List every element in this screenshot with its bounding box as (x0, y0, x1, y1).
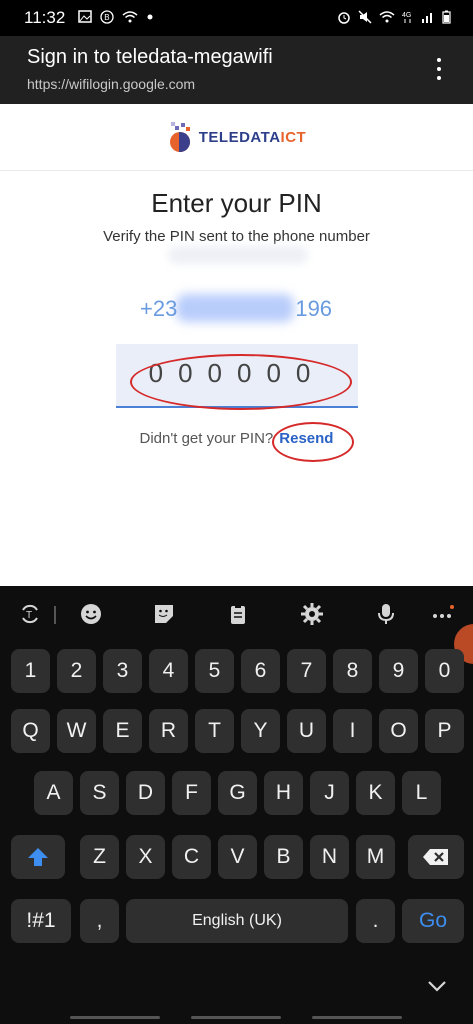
key[interactable]: H (264, 771, 303, 815)
key[interactable]: T (195, 709, 234, 753)
comma-key[interactable]: , (80, 899, 119, 943)
pin-instructions: Verify the PIN sent to the phone number (103, 228, 370, 245)
wifi-icon (122, 10, 138, 27)
key[interactable]: X (126, 835, 165, 879)
key[interactable]: 9 (379, 649, 418, 693)
pin-highlight-annotation (130, 354, 352, 410)
key[interactable]: O (379, 709, 418, 753)
nav-bar-segment (312, 1016, 402, 1019)
go-key[interactable]: Go (402, 899, 464, 943)
key[interactable]: L (402, 771, 441, 815)
shift-key[interactable] (11, 835, 65, 879)
period-key[interactable]: . (356, 899, 395, 943)
key[interactable]: S (80, 771, 119, 815)
nav-bar-segment (191, 1016, 281, 1019)
key[interactable]: 5 (195, 649, 234, 693)
key[interactable]: Q (11, 709, 50, 753)
resend-highlight-annotation (272, 422, 354, 462)
key[interactable]: 3 (103, 649, 142, 693)
shift-arrow-icon (28, 848, 48, 866)
image-icon (78, 10, 92, 27)
key[interactable]: W (57, 709, 96, 753)
more-options-icon[interactable] (426, 598, 458, 630)
login-page: TELEDATAICT Enter your PIN Verify the PI… (0, 104, 473, 586)
captive-portal-appbar: Sign in to teledata-megawifi https://wif… (0, 36, 473, 104)
emoji-icon[interactable] (75, 598, 107, 630)
wifi-icon (379, 10, 395, 27)
key[interactable]: Z (80, 835, 119, 879)
resend-row: Didn't get your PIN? Resend (0, 430, 473, 447)
resend-prompt: Didn't get your PIN? (139, 430, 274, 447)
settings-gear-icon[interactable] (296, 598, 328, 630)
key[interactable]: B (264, 835, 303, 879)
status-time: 11:32 (24, 8, 66, 27)
key[interactable]: D (126, 771, 165, 815)
space-key[interactable]: English (UK) (126, 899, 348, 943)
toolbar-divider (54, 606, 56, 624)
teledata-logo-icon (167, 122, 193, 152)
status-bar: 11:32 B 4G (0, 0, 473, 36)
symbols-key[interactable]: !#1 (11, 899, 71, 943)
logo-header: TELEDATAICT (0, 104, 473, 171)
key[interactable]: J (310, 771, 349, 815)
dot-icon (146, 10, 154, 27)
svg-text:4G: 4G (402, 12, 411, 19)
battery-icon (442, 10, 451, 27)
key[interactable]: U (287, 709, 326, 753)
key[interactable]: M (356, 835, 395, 879)
phone-number: +23 196 (140, 296, 333, 321)
redacted-area (168, 246, 308, 264)
hide-keyboard-chevron-down-icon[interactable] (427, 980, 447, 999)
key[interactable]: 0 (425, 649, 464, 693)
svg-text:T: T (26, 610, 32, 621)
keyboard-nav-area (0, 976, 473, 1024)
page-url: https://wifilogin.google.com (27, 76, 196, 92)
key[interactable]: R (149, 709, 188, 753)
logo-text: TELEDATAICT (198, 128, 307, 146)
key[interactable]: N (310, 835, 349, 879)
key[interactable]: 7 (287, 649, 326, 693)
svg-text:B: B (104, 13, 109, 22)
mute-icon (358, 10, 372, 27)
page-title: Sign in to teledata-megawifi (27, 46, 273, 68)
clipboard-icon[interactable] (222, 598, 254, 630)
key[interactable]: E (103, 709, 142, 753)
sticker-icon[interactable] (148, 598, 180, 630)
signal-icon (421, 10, 435, 27)
nav-bar-segment (70, 1016, 160, 1019)
key[interactable]: 2 (57, 649, 96, 693)
key[interactable]: F (172, 771, 211, 815)
alarm-icon (337, 10, 351, 27)
overflow-menu-icon[interactable] (429, 54, 449, 84)
key[interactable]: 6 (241, 649, 280, 693)
key[interactable]: G (218, 771, 257, 815)
key[interactable]: A (34, 771, 73, 815)
key[interactable]: 1 (11, 649, 50, 693)
key[interactable]: K (356, 771, 395, 815)
key[interactable]: I (333, 709, 372, 753)
key[interactable]: 8 (333, 649, 372, 693)
text-edit-icon[interactable]: T (14, 598, 46, 630)
key[interactable]: V (218, 835, 257, 879)
microphone-icon[interactable] (370, 598, 402, 630)
key[interactable]: C (172, 835, 211, 879)
4g-icon: 4G (402, 10, 414, 27)
pin-heading: Enter your PIN (151, 188, 322, 218)
backspace-icon (423, 849, 448, 865)
b-badge-icon: B (100, 10, 114, 27)
soft-keyboard: T 1 2 3 4 5 6 7 8 9 0 Q W E R T Y U I O … (0, 586, 473, 1024)
key[interactable]: 4 (149, 649, 188, 693)
key[interactable]: Y (241, 709, 280, 753)
backspace-key[interactable] (408, 835, 464, 879)
key[interactable]: P (425, 709, 464, 753)
